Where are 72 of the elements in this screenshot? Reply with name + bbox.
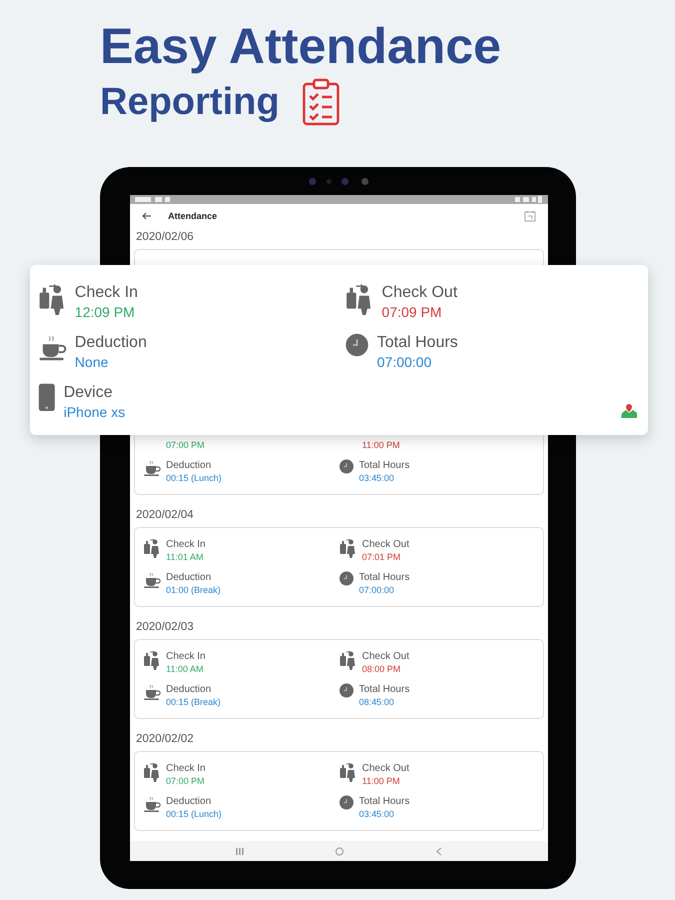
field-label: Device (64, 383, 114, 403)
map-pin-icon[interactable] (620, 403, 638, 419)
traveler-icon (143, 538, 161, 558)
field-label: Deduction (166, 571, 212, 584)
coffee-cup-icon (143, 571, 161, 590)
field-value: 07:09 PM (382, 303, 443, 321)
date-heading: 2020/02/06 (135, 230, 195, 246)
field-label: Deduction (166, 459, 212, 472)
front-camera-drawing (309, 178, 369, 184)
calendar-icon[interactable] (524, 210, 536, 222)
field-label: Check Out (362, 650, 410, 664)
clock-icon (339, 571, 354, 586)
clock-icon (339, 683, 354, 698)
field-value: iPhone xs (64, 403, 126, 421)
date-heading: 2020/02/04 (135, 508, 195, 524)
headline: Reporting (100, 80, 280, 124)
field-label: Total Hours (359, 683, 410, 696)
field-value: 08:00 PM (362, 663, 402, 676)
field-value: 03:45:00 (359, 808, 396, 820)
field-label: Total Hours (377, 333, 458, 353)
field-value: 03:45:00 (359, 472, 396, 484)
field-value: 07:01 PM (362, 551, 402, 564)
field-value: 07:00 PM (166, 775, 206, 788)
coffee-cup-icon (143, 683, 161, 702)
app-title: Attendance (168, 210, 218, 221)
field-label: Check In (74, 283, 138, 303)
field-label: Total Hours (359, 571, 410, 584)
field-value: 01:00 (Break) (166, 584, 221, 596)
field-value: None (74, 353, 110, 371)
field-value: 07:00 PM (166, 439, 205, 452)
home-icon[interactable] (335, 846, 344, 856)
field-label: Deduction (166, 683, 212, 696)
field-label: Deduction (166, 795, 212, 808)
field-label: Check Out (382, 283, 458, 303)
date-heading: 2020/02/03 (135, 620, 195, 636)
field-value: 00:15 (Break) (166, 696, 221, 708)
field-value: 11:00 PM (362, 439, 400, 452)
coffee-cup-icon (143, 459, 161, 478)
recent-apps-icon[interactable] (236, 848, 244, 855)
date-heading: 2020/02/02 (135, 732, 195, 748)
coffee-cup-icon (143, 795, 161, 814)
field-value: 07:00:00 (359, 584, 396, 596)
clock-icon (339, 459, 354, 474)
traveler-icon (143, 650, 161, 670)
field-value: 11:00 PM (362, 775, 401, 788)
field-value: 11:01 AM (166, 551, 204, 564)
clock-icon (345, 333, 369, 357)
field-label: Total Hours (359, 459, 410, 472)
field-label: Check In (166, 538, 206, 552)
field-value: 11:00 AM (166, 663, 204, 676)
field-label: Deduction (74, 333, 147, 353)
field-label: Check In (166, 650, 206, 664)
field-value: 07:00:00 (377, 353, 432, 371)
field-label: Check Out (362, 762, 410, 776)
clipboard-checklist-icon (301, 78, 342, 126)
field-value: 00:15 (Lunch) (166, 472, 222, 484)
headline: Easy Attendance (100, 18, 502, 74)
field-label: Check Out (362, 538, 410, 552)
back-icon[interactable] (436, 846, 442, 856)
field-label: Total Hours (359, 795, 410, 808)
traveler-icon (339, 538, 357, 558)
field-label: Check In (166, 762, 206, 776)
field-value: 00:15 (Lunch) (166, 808, 222, 820)
traveler-icon (143, 762, 161, 782)
back-arrow-icon[interactable] (142, 212, 152, 220)
clock-icon (339, 795, 354, 810)
field-value: 08:45:00 (359, 696, 396, 708)
coffee-cup-icon (38, 333, 67, 362)
field-value: 12:09 PM (74, 303, 136, 321)
traveler-icon (339, 762, 357, 782)
traveler-icon (339, 650, 357, 670)
phone-icon (38, 383, 56, 412)
